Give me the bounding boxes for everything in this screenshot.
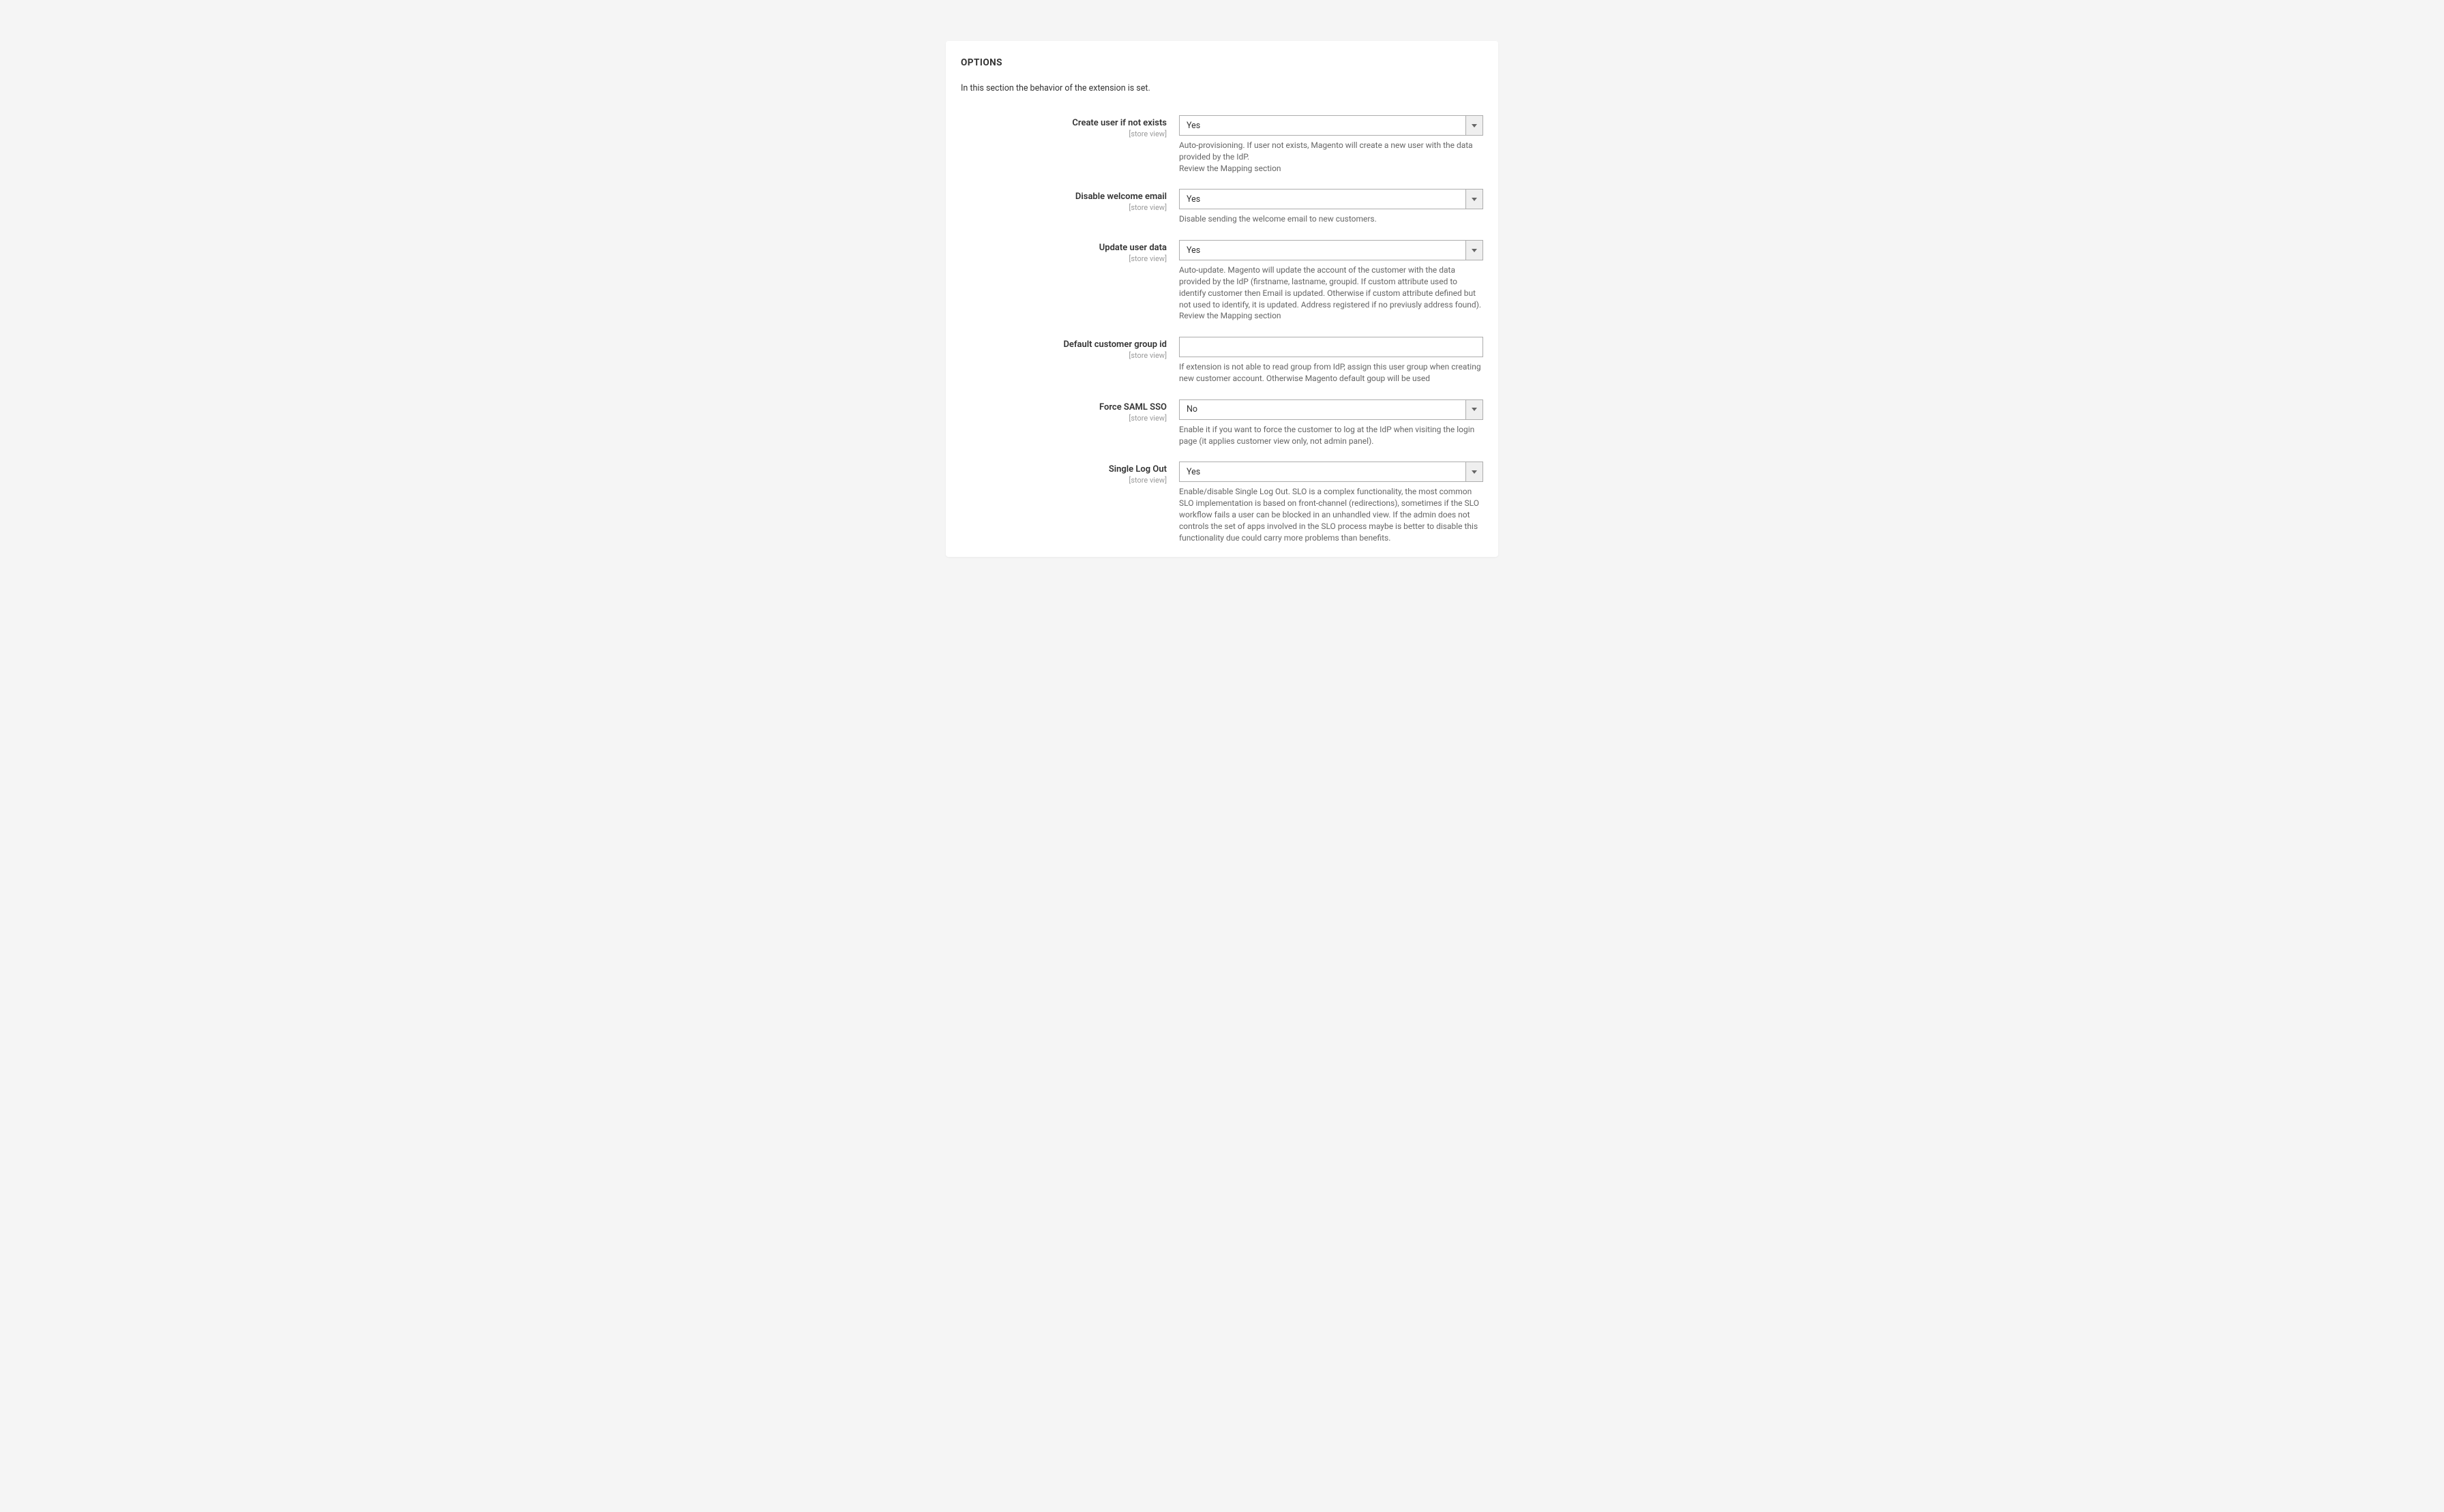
input-default-group[interactable] — [1179, 337, 1483, 357]
field-col: Yes Enable/disable Single Log Out. SLO i… — [1179, 462, 1483, 543]
hint-disable-welcome: Disable sending the welcome email to new… — [1179, 213, 1483, 225]
dropdown-button[interactable] — [1465, 399, 1483, 420]
chevron-down-icon — [1472, 198, 1477, 201]
label-col: Disable welcome email [store view] — [961, 189, 1179, 213]
scope-disable-welcome: [store view] — [961, 203, 1167, 213]
select-value: No — [1179, 399, 1483, 420]
label-col: Single Log Out [store view] — [961, 462, 1179, 485]
hint-force-saml: Enable it if you want to force the custo… — [1179, 424, 1483, 447]
select-value: Yes — [1179, 115, 1483, 136]
label-slo: Single Log Out — [961, 464, 1167, 476]
scope-slo: [store view] — [961, 476, 1167, 485]
label-disable-welcome: Disable welcome email — [961, 192, 1167, 203]
label-default-group: Default customer group id — [961, 339, 1167, 351]
select-value: Yes — [1179, 189, 1483, 209]
select-slo[interactable]: Yes — [1179, 462, 1483, 482]
scope-update-user: [store view] — [961, 254, 1167, 264]
select-disable-welcome[interactable]: Yes — [1179, 189, 1483, 209]
chevron-down-icon — [1472, 408, 1477, 411]
field-col: Yes Auto-update. Magento will update the… — [1179, 240, 1483, 322]
hint-slo: Enable/disable Single Log Out. SLO is a … — [1179, 486, 1483, 543]
select-update-user[interactable]: Yes — [1179, 240, 1483, 260]
row-default-group: Default customer group id [store view] I… — [961, 337, 1483, 384]
chevron-down-icon — [1472, 124, 1477, 127]
label-col: Force SAML SSO [store view] — [961, 399, 1179, 423]
scope-force-saml: [store view] — [961, 414, 1167, 423]
label-create-user: Create user if not exists — [961, 118, 1167, 130]
hint-create-user: Auto-provisioning. If user not exists, M… — [1179, 140, 1483, 174]
label-col: Update user data [store view] — [961, 240, 1179, 264]
label-force-saml: Force SAML SSO — [961, 402, 1167, 414]
chevron-down-icon — [1472, 249, 1477, 252]
select-create-user[interactable]: Yes — [1179, 115, 1483, 136]
select-value: Yes — [1179, 240, 1483, 260]
hint-update-user: Auto-update. Magento will update the acc… — [1179, 264, 1483, 322]
row-disable-welcome: Disable welcome email [store view] Yes D… — [961, 189, 1483, 225]
row-create-user: Create user if not exists [store view] Y… — [961, 115, 1483, 174]
field-col: If extension is not able to read group f… — [1179, 337, 1483, 384]
hint-default-group: If extension is not able to read group f… — [1179, 361, 1483, 384]
row-update-user: Update user data [store view] Yes Auto-u… — [961, 240, 1483, 322]
panel-description: In this section the behavior of the exte… — [946, 74, 1498, 100]
dropdown-button[interactable] — [1465, 462, 1483, 482]
form-area: Create user if not exists [store view] Y… — [946, 115, 1498, 543]
dropdown-button[interactable] — [1465, 240, 1483, 260]
field-col: No Enable it if you want to force the cu… — [1179, 399, 1483, 447]
scope-default-group: [store view] — [961, 351, 1167, 361]
chevron-down-icon — [1472, 470, 1477, 474]
label-update-user: Update user data — [961, 243, 1167, 254]
label-col: Default customer group id [store view] — [961, 337, 1179, 361]
label-col: Create user if not exists [store view] — [961, 115, 1179, 139]
panel-title: OPTIONS — [946, 57, 1498, 74]
dropdown-button[interactable] — [1465, 115, 1483, 136]
dropdown-button[interactable] — [1465, 189, 1483, 209]
row-slo: Single Log Out [store view] Yes Enable/d… — [961, 462, 1483, 543]
options-panel: OPTIONS In this section the behavior of … — [946, 41, 1498, 557]
select-force-saml[interactable]: No — [1179, 399, 1483, 420]
field-col: Yes Disable sending the welcome email to… — [1179, 189, 1483, 225]
row-force-saml: Force SAML SSO [store view] No Enable it… — [961, 399, 1483, 447]
scope-create-user: [store view] — [961, 130, 1167, 139]
select-value: Yes — [1179, 462, 1483, 482]
field-col: Yes Auto-provisioning. If user not exist… — [1179, 115, 1483, 174]
